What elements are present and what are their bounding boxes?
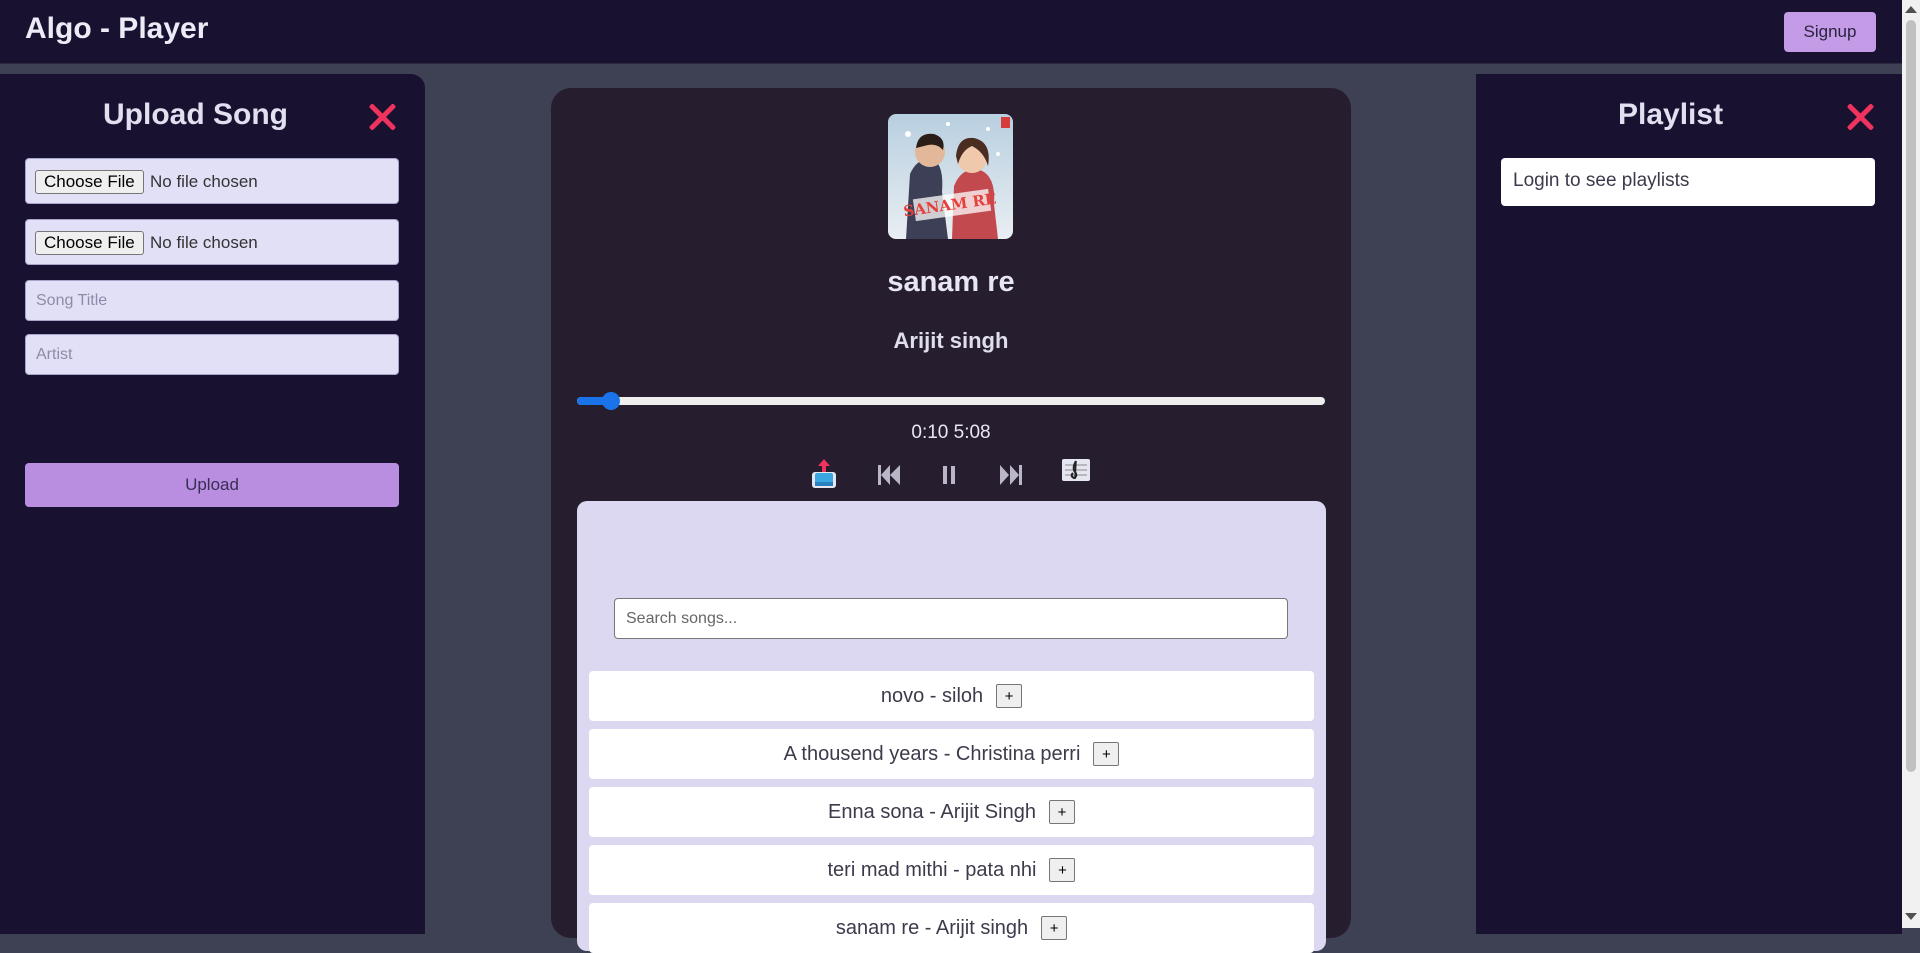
- file-status: No file chosen: [150, 172, 258, 191]
- search-input[interactable]: [614, 598, 1288, 639]
- song-title-input[interactable]: [25, 280, 399, 321]
- close-upload-icon[interactable]: [368, 102, 398, 132]
- album-cover: SANAM RE: [888, 114, 1013, 239]
- song-list-item[interactable]: sanam re - Arijit singh +: [589, 903, 1314, 953]
- playback-controls: [551, 458, 1351, 498]
- add-song-button[interactable]: +: [1049, 858, 1076, 882]
- time-display: 0:10 5:08: [551, 422, 1351, 444]
- add-song-button[interactable]: +: [1041, 916, 1068, 940]
- choose-file-button[interactable]: Choose File: [35, 170, 144, 194]
- current-time: 0:10: [911, 422, 949, 443]
- song-list-item[interactable]: teri mad mithi - pata nhi +: [589, 845, 1314, 895]
- playlist-panel-title: Playlist: [1618, 98, 1724, 131]
- audio-file-input[interactable]: Choose File No file chosen: [25, 158, 399, 204]
- song-title: sanam re: [887, 266, 1015, 298]
- choose-file-button[interactable]: Choose File: [35, 231, 144, 255]
- upload-button[interactable]: Upload: [25, 463, 399, 507]
- close-playlist-icon[interactable]: [1846, 102, 1876, 132]
- next-icon[interactable]: [999, 464, 1023, 491]
- file-status: No file chosen: [150, 233, 258, 252]
- seek-slider[interactable]: [577, 392, 1325, 410]
- app-title: Algo - Player: [25, 12, 209, 45]
- song-item-label: sanam re - Arijit singh: [835, 916, 1029, 939]
- add-song-button[interactable]: +: [996, 684, 1023, 708]
- song-item-label: Enna sona - Arijit Singh: [828, 800, 1036, 823]
- song-item-label: teri mad mithi - pata nhi: [827, 858, 1037, 881]
- scroll-up-icon[interactable]: [1905, 6, 1917, 13]
- previous-icon[interactable]: [877, 464, 901, 491]
- scroll-down-icon[interactable]: [1905, 913, 1917, 920]
- song-list-item[interactable]: A thousend years - Christina perri +: [589, 729, 1314, 779]
- player-card: SANAM RE sanam re Arijit singh 0:10 5:08: [551, 88, 1351, 953]
- signup-button[interactable]: Signup: [1784, 12, 1876, 52]
- page-scrollbar[interactable]: [1902, 0, 1920, 928]
- add-to-playlist-icon[interactable]: [811, 458, 837, 495]
- music-note-icon[interactable]: [1061, 458, 1091, 487]
- artist-input[interactable]: [25, 334, 399, 375]
- song-item-label: novo - siloh: [880, 684, 984, 707]
- upload-panel: Upload Song Choose File No file chosen C…: [0, 74, 425, 934]
- seek-handle[interactable]: [602, 392, 621, 410]
- top-bar: Algo - Player Signup: [0, 0, 1902, 64]
- scrollbar-thumb[interactable]: [1906, 20, 1916, 772]
- duration: 5:08: [953, 422, 991, 443]
- song-item-label: A thousend years - Christina perri: [783, 742, 1081, 765]
- image-file-input[interactable]: Choose File No file chosen: [25, 219, 399, 265]
- song-list-panel: novo - siloh + A thousend years - Christ…: [577, 501, 1326, 953]
- upload-panel-title: Upload Song: [103, 98, 288, 131]
- playlist-panel: Playlist Login to see playlists: [1476, 74, 1902, 934]
- song-list-item[interactable]: Enna sona - Arijit Singh +: [589, 787, 1314, 837]
- playlist-login-message: Login to see playlists: [1501, 158, 1875, 206]
- song-artist: Arijit singh: [893, 328, 1009, 353]
- song-list-item[interactable]: novo - siloh +: [589, 671, 1314, 721]
- add-song-button[interactable]: +: [1048, 800, 1075, 824]
- pause-icon[interactable]: [941, 465, 957, 490]
- add-song-button[interactable]: +: [1093, 742, 1120, 766]
